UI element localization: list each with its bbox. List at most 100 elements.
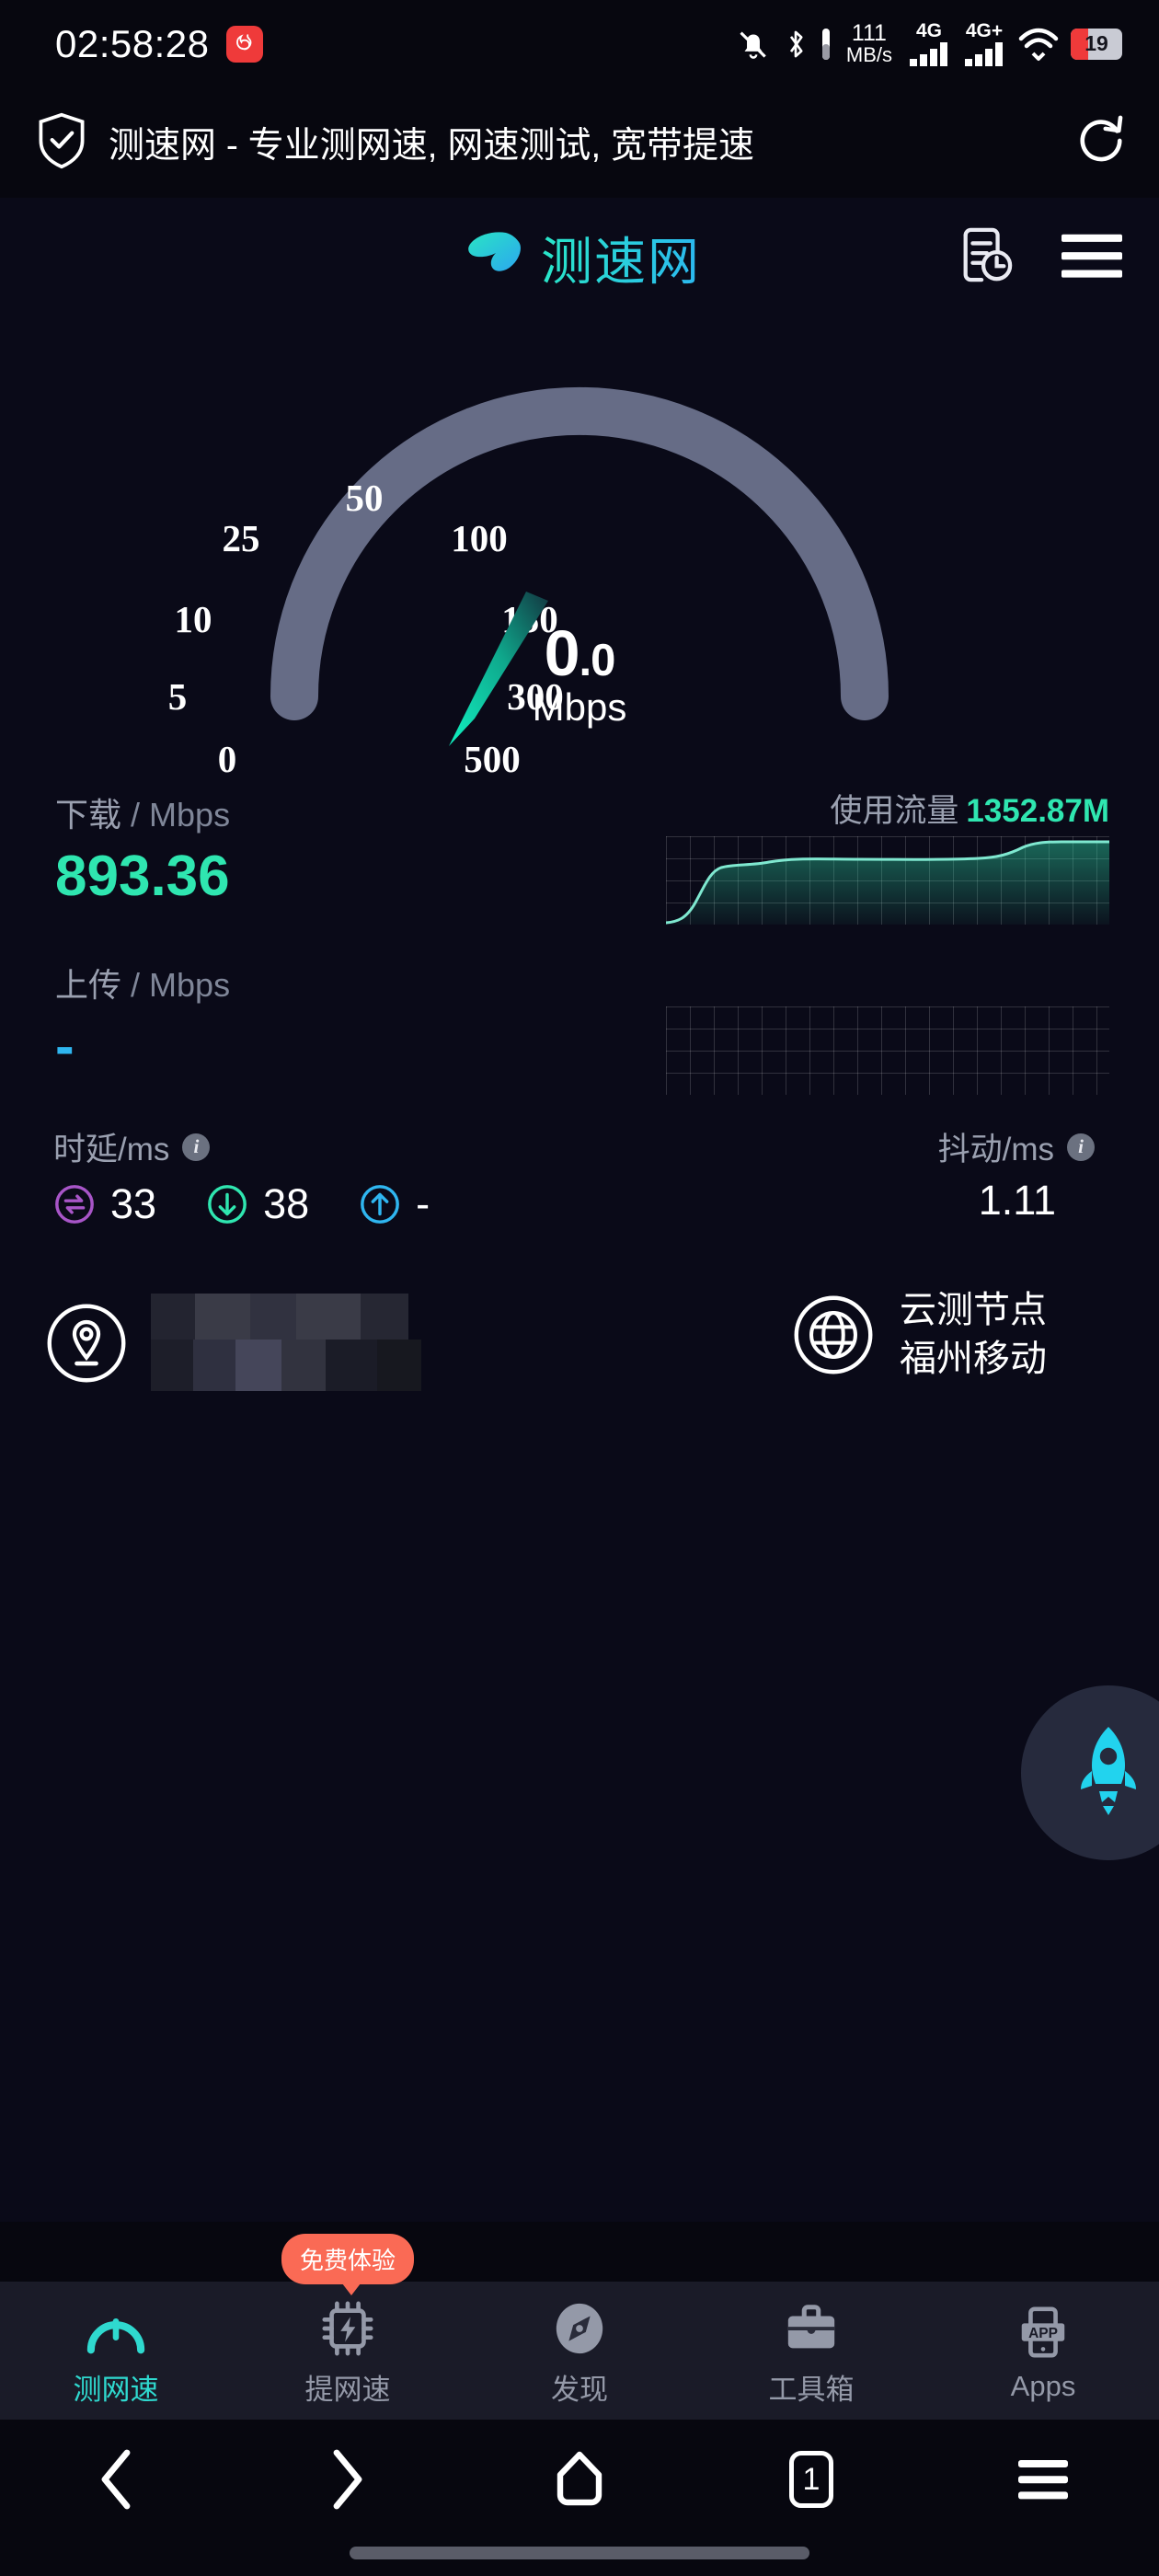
traffic-value: 1352.87M: [966, 793, 1109, 829]
netease-music-icon: [225, 25, 263, 63]
nav-badge-free-trial[interactable]: 免费体验: [281, 2233, 415, 2295]
browser-bottom-bar: 1: [0, 2420, 1159, 2576]
jitter-label: 抖动/ms i: [938, 1123, 1095, 1170]
wifi-icon: [1017, 26, 1060, 63]
bluetooth-icon: [782, 27, 809, 62]
upload-label: 上传 / Mbps: [55, 959, 230, 1006]
upload-result-row: 上传 / Mbps -: [0, 948, 1159, 1118]
sim2-signal-icon: 4G+: [964, 21, 1004, 67]
system-status-bar: 02:58:28 111 MB/s 4G 4G+ 19: [0, 0, 1159, 87]
nav-item-toolbox[interactable]: 工具箱: [695, 2294, 927, 2408]
gauge-tick-25: 25: [222, 517, 260, 559]
browser-back-button[interactable]: [0, 2449, 232, 2510]
traffic-label: 使用流量: [830, 793, 959, 829]
upload-label-text: 上传: [55, 966, 122, 1004]
chevron-left-icon: [101, 2449, 131, 2510]
app-bottom-nav: 测网速 免费体验 提网速 发现 工具箱 APP Apps: [0, 2233, 1159, 2420]
latency-item-idle: 33: [53, 1180, 156, 1228]
browser-forward-button[interactable]: [232, 2449, 464, 2510]
site-logo[interactable]: 测速网: [458, 221, 701, 295]
shield-check-icon[interactable]: [35, 111, 88, 175]
nav-item-discover[interactable]: 发现: [464, 2294, 695, 2408]
isp-text-redacted: [151, 1294, 454, 1393]
node-name: 福州移动: [900, 1338, 1047, 1379]
home-icon: [557, 2451, 602, 2506]
download-result-row: 下载 / Mbps 893.36 使用流量 1352.87M: [0, 777, 1159, 948]
download-label-text: 下载: [55, 796, 122, 834]
download-label: 下载 / Mbps: [55, 788, 230, 836]
latency-upload-value: -: [416, 1180, 430, 1227]
sim1-network-label: 4G: [915, 19, 942, 41]
nav-label-discover: 发现: [551, 2373, 608, 2406]
status-bar-left: 02:58:28: [55, 22, 263, 66]
latency-download-value: 38: [263, 1180, 310, 1227]
battery-percent-label: 19: [1084, 31, 1108, 55]
browser-menu-button[interactable]: [927, 2458, 1159, 2501]
nav-item-apps[interactable]: APP Apps: [927, 2298, 1159, 2403]
nav-label-speedtest: 测网速: [73, 2373, 159, 2406]
download-chart: [666, 836, 1109, 925]
speed-gauge: 50 25 100 10 150 5 300 0 500 0.0 Mbps: [0, 317, 1159, 780]
reload-icon[interactable]: [1076, 114, 1126, 172]
network-speed-unit: MB/s: [845, 43, 892, 66]
download-latency-icon: [208, 1185, 247, 1224]
test-node-block[interactable]: 云测节点 福州移动: [791, 1286, 1047, 1384]
info-icon[interactable]: i: [1067, 1133, 1095, 1161]
location-pin-icon: [47, 1304, 126, 1383]
browser-tabs-button[interactable]: 1: [695, 2451, 927, 2508]
gauge-value-dec: .0: [579, 636, 616, 685]
website-viewport: 测速网 50 25 100 10 5 300 0 500 0.0 Mbps 下载…: [0, 198, 1159, 2222]
upload-unit-text: / Mbps: [131, 966, 231, 1004]
nav-label-boost: 提网速: [304, 2373, 391, 2406]
briefcase-icon: [787, 2304, 835, 2348]
page-title-text[interactable]: 测速网 - 专业测网速, 网速测试, 宽带提速: [109, 117, 1056, 168]
status-bar-clock: 02:58:28: [55, 21, 210, 65]
site-logo-text: 测速网: [541, 221, 701, 295]
nav-label-toolbox: 工具箱: [768, 2373, 855, 2406]
speedtest-s-logo-icon: [458, 227, 522, 289]
history-record-icon[interactable]: [957, 225, 1014, 291]
latency-label-text: 时延/ms: [53, 1132, 170, 1167]
nav-item-boost[interactable]: 免费体验 提网速: [232, 2233, 464, 2408]
jitter-value: 1.11: [978, 1177, 1056, 1224]
site-header: 测速网: [0, 198, 1159, 317]
nav-item-speedtest[interactable]: 测网速: [0, 2294, 232, 2408]
info-icon[interactable]: i: [182, 1133, 211, 1161]
connection-info-row: 云测节点 福州移动: [0, 1286, 1159, 1452]
jitter-label-text: 抖动/ms: [937, 1132, 1054, 1167]
download-unit-text: / Mbps: [131, 796, 231, 834]
latency-row: 时延/ms i 抖动/ms i 33 38 - 1.11: [0, 1123, 1159, 1275]
nav-label-apps: Apps: [1010, 2370, 1076, 2402]
node-title: 云测节点: [900, 1290, 1047, 1330]
network-speed-indicator: 111 MB/s: [846, 22, 892, 65]
battery-indicator: 19: [1071, 28, 1122, 60]
bell-muted-icon: [736, 27, 771, 62]
browser-bottom-icons: 1: [0, 2420, 1159, 2539]
upload-latency-icon: [361, 1185, 400, 1224]
isp-info-block[interactable]: [44, 1294, 454, 1393]
rocket-icon: [1081, 1727, 1136, 1815]
gauge-value-int: 0: [544, 617, 580, 689]
bluetooth-battery-bar: [820, 27, 832, 62]
latency-items: 33 38 -: [53, 1180, 430, 1228]
upload-chart: [666, 1006, 1109, 1095]
site-header-icons: [957, 225, 1122, 291]
browser-address-bar[interactable]: 测速网 - 专业测网速, 网速测试, 宽带提速: [0, 87, 1159, 198]
hamburger-menu-icon[interactable]: [1061, 232, 1122, 284]
svg-text:APP: APP: [1028, 2326, 1058, 2341]
exchange-latency-icon: [55, 1185, 94, 1224]
browser-home-button[interactable]: [464, 2451, 695, 2508]
test-node-text: 云测节点 福州移动: [900, 1286, 1047, 1384]
upload-value: -: [55, 1015, 75, 1078]
chip-boost-icon: [322, 2301, 373, 2355]
traffic-usage: 使用流量 1352.87M: [830, 785, 1109, 832]
speedometer-icon: [86, 2317, 145, 2353]
globe-icon: [794, 1295, 873, 1374]
gesture-home-bar[interactable]: [350, 2547, 809, 2559]
status-bar-right: 111 MB/s 4G 4G+ 19: [736, 21, 1122, 67]
sim1-signal-icon: 4G: [909, 21, 949, 67]
browser-tab-count: 1: [789, 2451, 833, 2508]
gauge-tick-5: 5: [167, 675, 188, 718]
chevron-right-icon: [333, 2449, 362, 2510]
latency-idle-value: 33: [110, 1180, 157, 1227]
